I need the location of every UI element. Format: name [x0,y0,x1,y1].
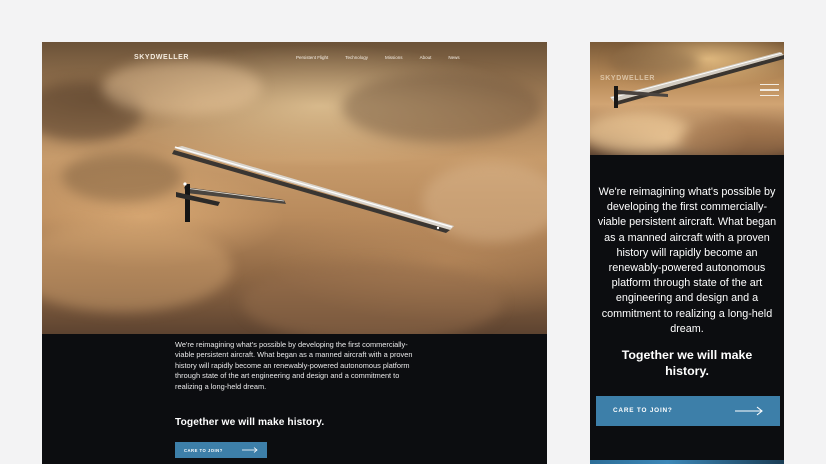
hamburger-menu-icon[interactable] [760,84,779,98]
desktop-mockup: SKYDWELLER Persistent Flight Technology … [42,42,547,464]
desktop-cta-button[interactable]: CARE TO JOIN? [175,442,267,458]
mobile-mockup: SKYDWELLER We're reimagining what's poss… [590,42,784,464]
mobile-hero-image: SKYDWELLER [590,42,784,155]
nav-item-news[interactable]: News [448,55,459,60]
desktop-intro-paragraph: We're reimagining what's possible by dev… [175,340,413,391]
desktop-navbar: SKYDWELLER Persistent Flight Technology … [42,54,547,68]
arrow-right-icon [242,447,258,453]
desktop-nav-menu: Persistent Flight Technology Missions Ab… [296,55,460,60]
mobile-logo[interactable]: SKYDWELLER [600,75,655,82]
mobile-cta-label: CARE TO JOIN? [613,407,673,414]
desktop-headline: Together we will make history. [175,417,325,428]
nav-item-persistent-flight[interactable]: Persistent Flight [296,55,328,60]
aircraft-illustration [172,146,454,233]
desktop-intro-section: We're reimagining what's possible by dev… [42,334,547,464]
mobile-intro-paragraph: We're reimagining what's possible by dev… [597,186,777,335]
desktop-logo[interactable]: SKYDWELLER [134,54,189,61]
mobile-headline: Together we will make history. [621,348,753,378]
desktop-cta-label: CARE TO JOIN? [184,447,223,453]
desktop-hero-image: SKYDWELLER Persistent Flight Technology … [42,42,547,334]
mobile-cta-button[interactable]: CARE TO JOIN? [596,396,780,426]
nav-item-about[interactable]: About [420,55,432,60]
nav-item-technology[interactable]: Technology [345,55,368,60]
arrow-right-icon [735,406,763,416]
nav-item-missions[interactable]: Missions [385,55,403,60]
aircraft-illustration [610,52,784,108]
mobile-next-section-strip [590,460,784,464]
